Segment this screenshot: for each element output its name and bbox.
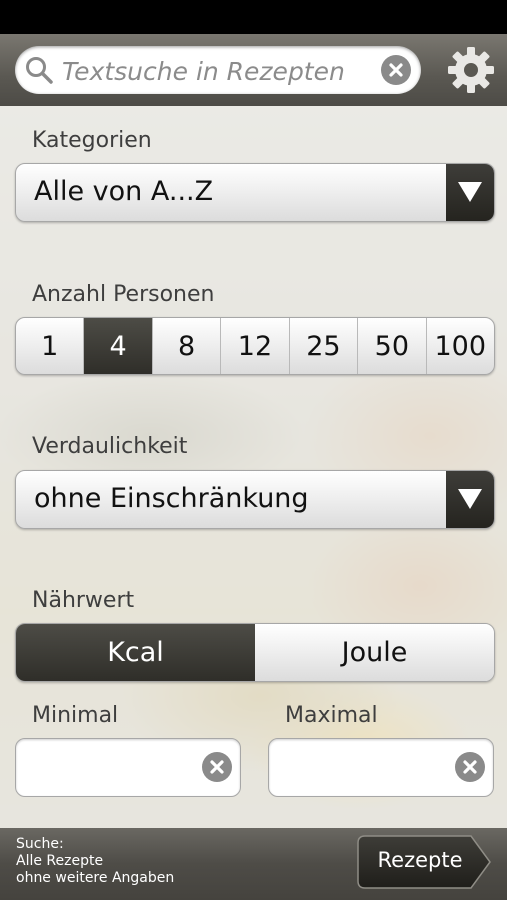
verdaulichkeit-dropdown[interactable]: ohne Einschränkung	[15, 470, 495, 529]
dropdown-arrow-icon	[446, 471, 494, 528]
kategorien-selected: Alle von A...Z	[34, 176, 214, 207]
summary-line: ohne weitere Angaben	[16, 870, 175, 886]
minimal-clear-icon[interactable]	[202, 752, 232, 782]
minimal-label: Minimal	[32, 703, 119, 728]
personen-option-1[interactable]: 1	[16, 318, 85, 374]
verdaulichkeit-selected: ohne Einschränkung	[34, 483, 309, 514]
dropdown-arrow-icon	[446, 164, 494, 221]
verdaulichkeit-label: Verdaulichkeit	[32, 434, 188, 459]
unit-joule-option[interactable]: Joule	[255, 624, 494, 681]
unit-kcal-option[interactable]: Kcal	[16, 624, 255, 681]
personen-segmented-control: 1 4 8 12 25 50 100	[15, 317, 495, 375]
search-icon	[26, 57, 53, 84]
naehrwert-unit-toggle: Kcal Joule	[15, 623, 495, 682]
status-bar	[0, 0, 507, 34]
personen-option-8[interactable]: 8	[153, 318, 222, 374]
kategorien-label: Kategorien	[32, 128, 152, 153]
maximal-clear-icon[interactable]	[455, 752, 485, 782]
search-clear-icon[interactable]	[381, 55, 411, 85]
personen-option-50[interactable]: 50	[358, 318, 427, 374]
personen-option-100[interactable]: 100	[427, 318, 494, 374]
gear-icon[interactable]	[446, 45, 496, 95]
maximal-label: Maximal	[285, 703, 378, 728]
personen-option-25[interactable]: 25	[290, 318, 359, 374]
summary-line: Suche:	[16, 836, 64, 852]
summary-line: Alle Rezepte	[16, 853, 104, 869]
minimal-input[interactable]	[28, 751, 202, 783]
personen-option-12[interactable]: 12	[221, 318, 290, 374]
kategorien-dropdown[interactable]: Alle von A...Z	[15, 163, 495, 222]
search-input[interactable]	[62, 52, 372, 90]
anzahl-personen-label: Anzahl Personen	[32, 282, 215, 307]
rezepte-button-label: Rezepte	[377, 848, 463, 872]
search-summary: Suche: Alle Rezepte ohne weitere Angaben	[16, 836, 174, 887]
personen-option-4[interactable]: 4	[84, 318, 153, 374]
maximal-input[interactable]	[281, 751, 455, 783]
rezepte-button[interactable]: Rezepte	[357, 835, 491, 889]
naehrwert-label: Nährwert	[32, 588, 135, 613]
